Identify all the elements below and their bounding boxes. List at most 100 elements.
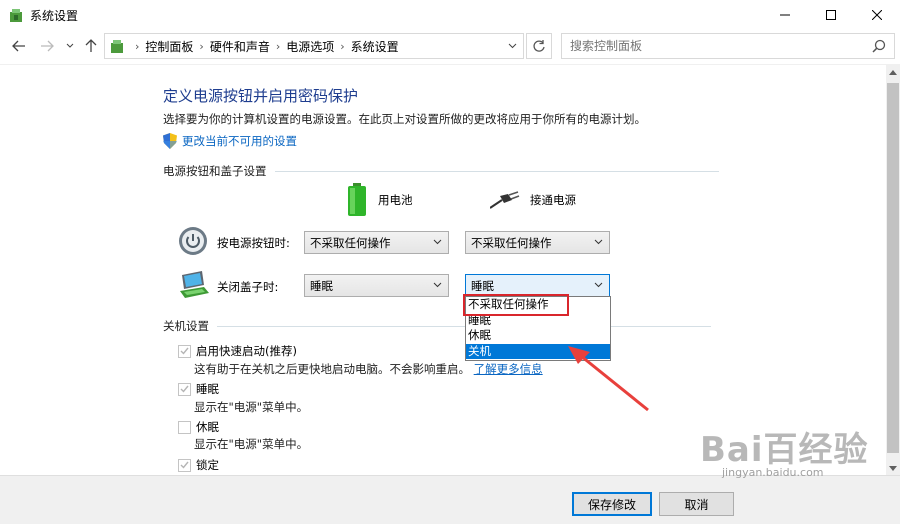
section-divider <box>217 325 711 327</box>
back-button[interactable] <box>10 37 28 55</box>
column-battery-label: 用电池 <box>378 193 413 207</box>
minimize-button[interactable] <box>762 0 808 30</box>
refresh-icon <box>533 40 545 52</box>
save-button[interactable]: 保存修改 <box>572 492 652 516</box>
power-button-battery-select[interactable]: 不采取任何操作 <box>304 231 449 254</box>
change-settings-link-label[interactable]: 更改当前不可用的设置 <box>182 133 297 149</box>
chevron-down-icon <box>594 239 603 245</box>
chevron-down-icon <box>66 43 74 48</box>
main-content: 定义电源按钮并启用密码保护 选择要为你的计算机设置的电源设置。在此页上对设置所做… <box>0 65 886 475</box>
row-label-lid-close: 关闭盖子时: <box>217 280 279 294</box>
chevron-right-icon: › <box>340 39 345 53</box>
lock-checkbox-row[interactable]: 锁定 <box>178 457 219 473</box>
page-description: 选择要为你的计算机设置的电源设置。在此页上对设置所做的更改将应用于你所有的电源计… <box>163 112 646 126</box>
section-shutdown: 关机设置 <box>163 318 711 334</box>
lock-checkbox[interactable] <box>178 458 191 472</box>
hibernate-description: 显示在"电源"菜单中。 <box>194 437 309 451</box>
fast-startup-description: 这有助于在关机之后更快地启动电脑。不会影响重启。 了解更多信息 <box>194 361 543 377</box>
cancel-button[interactable]: 取消 <box>659 492 734 516</box>
breadcrumb: › 控制面板 › 硬件和声音 › 电源选项 › 系统设置 <box>129 38 399 55</box>
select-value: 不采取任何操作 <box>471 235 552 250</box>
select-value: 睡眠 <box>471 278 494 293</box>
arrow-up-icon <box>85 39 97 52</box>
power-button-icon <box>179 227 207 255</box>
scroll-thumb[interactable] <box>887 83 899 453</box>
chevron-down-icon <box>889 465 897 471</box>
column-battery: 用电池 <box>346 183 413 217</box>
fast-startup-checkbox-row[interactable]: 启用快速启动(推荐) <box>178 343 297 359</box>
section-heading: 电源按钮和盖子设置 <box>163 164 267 178</box>
recent-locations-button[interactable] <box>64 37 76 55</box>
sleep-label: 睡眠 <box>196 382 219 396</box>
page-title: 定义电源按钮并启用密码保护 <box>163 87 359 105</box>
up-button[interactable] <box>82 37 100 55</box>
scroll-up-button[interactable] <box>886 65 900 79</box>
footer-bar: 保存修改 取消 <box>0 475 900 524</box>
fast-startup-checkbox[interactable] <box>178 344 191 358</box>
minimize-icon <box>780 14 790 16</box>
chevron-down-icon <box>508 43 516 49</box>
annotation-arrow-icon <box>568 346 649 412</box>
control-panel-icon <box>111 40 123 53</box>
title-bar: 系统设置 <box>0 0 900 30</box>
select-value: 不采取任何操作 <box>310 235 391 250</box>
search-icon[interactable] <box>872 39 886 53</box>
power-plug-icon <box>490 191 520 209</box>
lid-close-battery-select[interactable]: 睡眠 <box>304 274 449 297</box>
maximize-icon <box>826 10 836 20</box>
chevron-down-icon <box>594 282 603 288</box>
breadcrumb-item[interactable]: 硬件和声音 <box>210 38 270 55</box>
hibernate-checkbox[interactable] <box>178 420 191 434</box>
select-value: 睡眠 <box>310 278 333 293</box>
chevron-right-icon: › <box>135 39 140 53</box>
fast-startup-desc-text: 这有助于在关机之后更快地启动电脑。不会影响重启。 <box>194 362 470 376</box>
checkmark-icon <box>180 385 189 393</box>
address-dropdown-button[interactable] <box>501 34 523 58</box>
close-icon <box>872 10 882 20</box>
chevron-down-icon <box>433 239 442 245</box>
refresh-button[interactable] <box>526 33 552 59</box>
breadcrumb-item[interactable]: 电源选项 <box>286 38 334 55</box>
close-button[interactable] <box>854 0 900 30</box>
maximize-button[interactable] <box>808 0 854 30</box>
search-box[interactable] <box>561 33 895 59</box>
laptop-lid-icon <box>180 271 209 298</box>
vertical-scrollbar[interactable] <box>886 65 900 475</box>
learn-more-link[interactable]: 了解更多信息 <box>474 362 543 376</box>
checkmark-icon <box>180 347 189 355</box>
chevron-down-icon <box>433 282 442 288</box>
column-plugged: 接通电源 <box>490 190 576 210</box>
search-input[interactable] <box>562 34 862 58</box>
hibernate-label: 休眠 <box>196 420 219 434</box>
address-bar[interactable]: › 控制面板 › 硬件和声音 › 电源选项 › 系统设置 <box>104 33 524 59</box>
hibernate-checkbox-row[interactable]: 休眠 <box>178 419 219 435</box>
arrow-left-icon <box>12 40 25 52</box>
sleep-checkbox-row[interactable]: 睡眠 <box>178 381 219 397</box>
navigation-bar: › 控制面板 › 硬件和声音 › 电源选项 › 系统设置 <box>0 30 900 62</box>
watermark-main: Bai百经验 <box>700 430 869 470</box>
section-heading: 关机设置 <box>163 319 209 333</box>
annotation-highlight-box <box>463 294 569 316</box>
uac-shield-icon <box>163 133 177 149</box>
battery-icon <box>348 183 366 216</box>
baidu-jingyan-watermark: Bai百经验 jingyan.baidu.com <box>700 422 869 479</box>
chevron-right-icon: › <box>199 39 204 53</box>
breadcrumb-item[interactable]: 控制面板 <box>145 38 193 55</box>
chevron-right-icon: › <box>275 39 281 53</box>
checkmark-icon <box>180 461 189 469</box>
fast-startup-label: 启用快速启动(推荐) <box>196 344 297 358</box>
sleep-checkbox[interactable] <box>178 382 191 396</box>
power-button-plugged-select[interactable]: 不采取任何操作 <box>465 231 610 254</box>
row-label-power-button: 按电源按钮时: <box>217 236 290 250</box>
window-title: 系统设置 <box>30 9 79 23</box>
chevron-up-icon <box>889 69 897 75</box>
scroll-down-button[interactable] <box>886 461 900 475</box>
lock-label: 锁定 <box>196 458 219 472</box>
change-settings-link[interactable]: 更改当前不可用的设置 <box>163 133 297 149</box>
section-divider <box>274 170 719 172</box>
arrow-right-icon <box>41 40 54 52</box>
control-panel-icon <box>10 9 22 22</box>
breadcrumb-item[interactable]: 系统设置 <box>351 38 399 55</box>
forward-button[interactable] <box>38 37 56 55</box>
section-power-buttons: 电源按钮和盖子设置 <box>163 163 719 179</box>
